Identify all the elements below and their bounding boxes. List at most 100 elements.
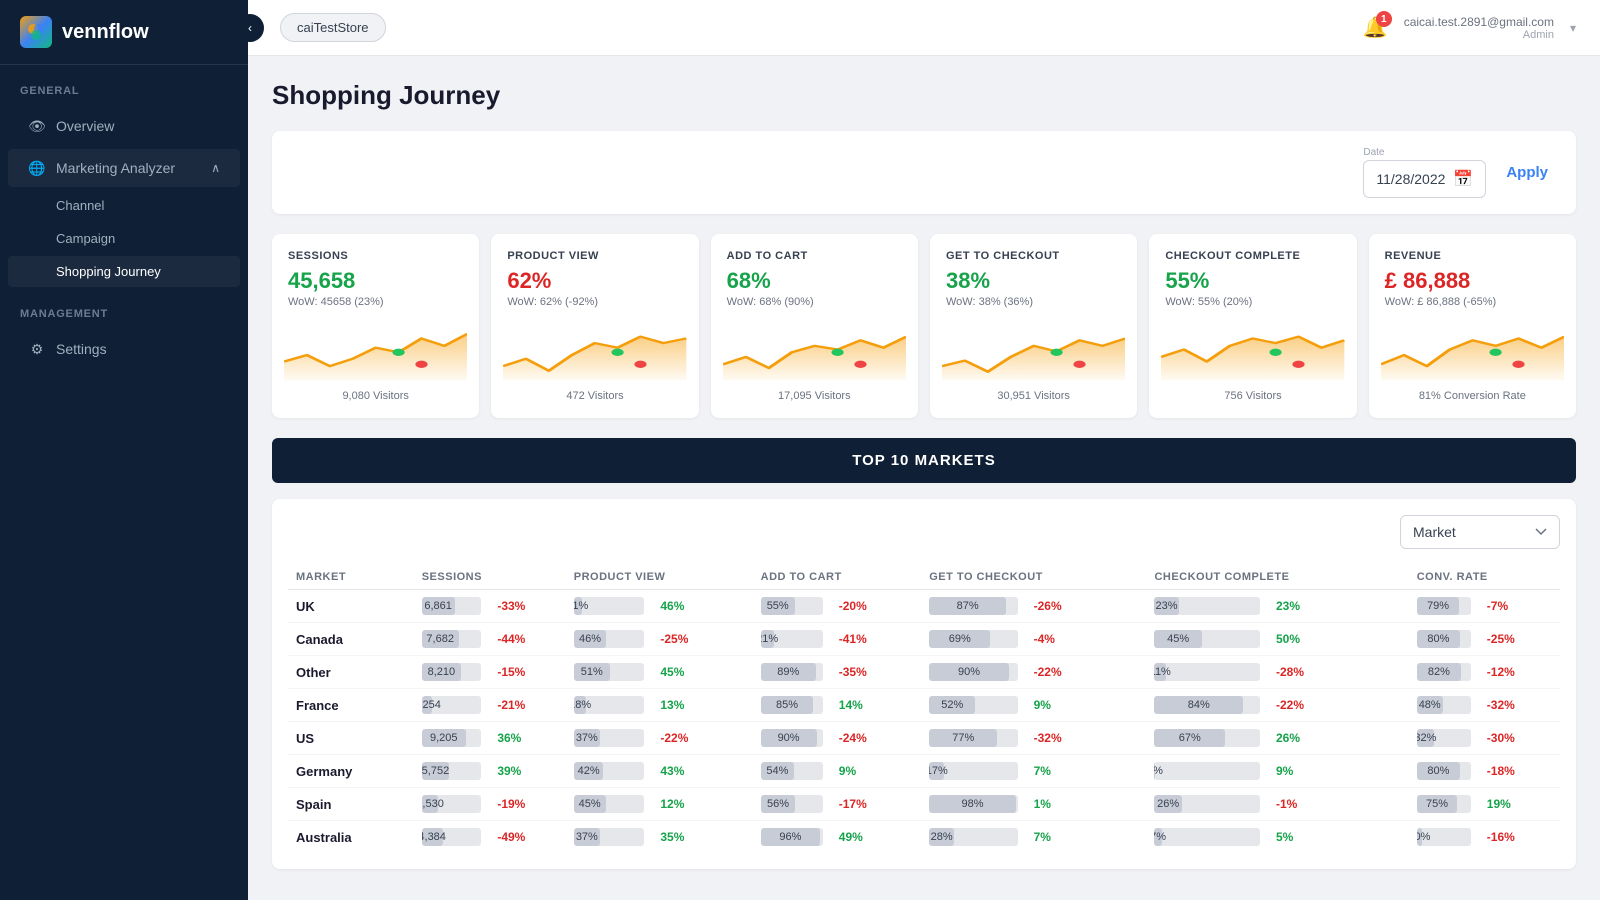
bar-label: 87% bbox=[957, 600, 979, 612]
sidebar-item-overview[interactable]: 👁 Overview bbox=[8, 107, 240, 145]
bar-bg: 98% bbox=[929, 795, 1017, 813]
metric-title-product-view: PRODUCT VIEW bbox=[507, 250, 682, 262]
overview-icon: 👁 bbox=[28, 117, 46, 135]
metric-wow-product-view: WoW: 62% (-92%) bbox=[507, 296, 682, 308]
metric-card-revenue: REVENUE £ 86,888 WoW: £ 86,888 (-65%) 81… bbox=[1369, 234, 1576, 418]
bar-bg: 80% bbox=[1417, 762, 1471, 780]
metric-card-get-to-checkout: GET TO CHECKOUT 38% WoW: 38% (36%) 30,95… bbox=[930, 234, 1137, 418]
bar-bg: 11% bbox=[1154, 663, 1260, 681]
bar-bg: 82% bbox=[1417, 663, 1471, 681]
markets-section: Market Country Region MARKET SESSIONS PR… bbox=[272, 499, 1576, 869]
bar-label: 37% bbox=[576, 831, 598, 843]
bar-fill: 89% bbox=[761, 663, 816, 681]
user-menu-chevron[interactable]: ▾ bbox=[1570, 21, 1576, 35]
store-selector[interactable]: caiTestStore bbox=[280, 13, 386, 42]
table-row: Spain 3,530 -19% 45% bbox=[288, 788, 1560, 821]
notification-button[interactable]: 🔔 1 bbox=[1363, 15, 1388, 40]
metric-footer-add-to-cart: 17,095 Visitors bbox=[727, 390, 902, 402]
pct-change: 36% bbox=[497, 731, 521, 745]
sidebar-item-channel[interactable]: Channel bbox=[8, 190, 240, 221]
bar-fill: 6,861 bbox=[422, 597, 455, 615]
pct-change: -44% bbox=[497, 632, 525, 646]
date-filter-card: Date 11/28/2022 📅 Apply bbox=[272, 131, 1576, 214]
cell-pct: 26% bbox=[1268, 722, 1409, 755]
pct-change: 9% bbox=[839, 764, 856, 778]
pct-change: 7% bbox=[1034, 830, 1051, 844]
sidebar-item-marketing-analyzer[interactable]: 🌐 Marketing Analyzer ∧ bbox=[8, 149, 240, 187]
bar-label: 11% bbox=[1154, 666, 1170, 678]
bar-fill: 5,752 bbox=[422, 762, 449, 780]
bar-label: 23% bbox=[1156, 600, 1178, 612]
bar-label: 79% bbox=[1427, 600, 1449, 612]
calendar-icon[interactable]: 📅 bbox=[1453, 169, 1473, 189]
topbar: ‹ caiTestStore 🔔 1 caicai.test.2891@gmai… bbox=[248, 0, 1600, 56]
cell-bar: 4,384 bbox=[414, 821, 490, 854]
logo[interactable]: vennflow bbox=[0, 0, 248, 65]
bar-label: 52% bbox=[941, 699, 963, 711]
cell-bar: 32% bbox=[1409, 722, 1479, 755]
bar-bg: 45% bbox=[574, 795, 645, 813]
cell-bar: 37% bbox=[566, 722, 653, 755]
metric-chart-sessions bbox=[284, 320, 467, 380]
sidebar-toggle[interactable]: ‹ bbox=[248, 14, 264, 42]
bar-label: 85% bbox=[776, 699, 798, 711]
bar-bg: 51% bbox=[574, 663, 645, 681]
cell-bar: 96% bbox=[753, 821, 831, 854]
cell-pct: 9% bbox=[831, 755, 921, 788]
bar-label: 45% bbox=[579, 798, 601, 810]
market-dropdown[interactable]: Market Country Region bbox=[1400, 515, 1560, 549]
pct-change: -18% bbox=[1487, 764, 1515, 778]
cell-bar: 69% bbox=[921, 623, 1025, 656]
bar-fill: 23% bbox=[1154, 597, 1178, 615]
bar-bg: 8,210 bbox=[422, 663, 482, 681]
bar-label: 80% bbox=[1427, 633, 1449, 645]
cell-bar: 26% bbox=[1146, 788, 1268, 821]
cell-pct: 13% bbox=[652, 689, 752, 722]
bar-fill: 3,530 bbox=[422, 795, 439, 813]
bar-label: 51% bbox=[581, 666, 603, 678]
bar-label: 55% bbox=[767, 600, 789, 612]
bar-fill: 80% bbox=[1417, 762, 1460, 780]
cell-pct: -32% bbox=[1479, 689, 1560, 722]
bar-fill: 26% bbox=[1154, 795, 1181, 813]
bar-label: 10% bbox=[1417, 831, 1431, 843]
pct-change: 26% bbox=[1276, 731, 1300, 745]
sparkline-sessions bbox=[284, 320, 467, 380]
marketing-analyzer-label: Marketing Analyzer bbox=[56, 160, 175, 176]
bar-label: 11% bbox=[574, 600, 588, 612]
bar-bg: 2,254 bbox=[422, 696, 482, 714]
metric-footer-checkout-complete: 756 Visitors bbox=[1165, 390, 1340, 402]
metric-chart-add-to-cart bbox=[723, 320, 906, 380]
pct-change: -15% bbox=[497, 665, 525, 679]
sidebar-item-settings[interactable]: ⚙ Settings bbox=[8, 330, 240, 368]
bar-bg: 48% bbox=[1417, 696, 1471, 714]
sidebar-item-campaign[interactable]: Campaign bbox=[8, 223, 240, 254]
metric-chart-get-to-checkout bbox=[942, 320, 1125, 380]
cell-bar: 28% bbox=[921, 821, 1025, 854]
general-section-label: GENERAL bbox=[0, 65, 248, 105]
marketing-analyzer-chevron: ∧ bbox=[211, 161, 220, 175]
bar-label: 45% bbox=[1167, 633, 1189, 645]
metrics-grid: SESSIONS 45,658 WoW: 45658 (23%) 9,080 V… bbox=[272, 234, 1576, 418]
cell-pct: -22% bbox=[652, 722, 752, 755]
bar-label: 54% bbox=[766, 765, 788, 777]
bar-bg: 87% bbox=[929, 597, 1017, 615]
apply-button[interactable]: Apply bbox=[1502, 156, 1552, 189]
date-input-wrapper[interactable]: 11/28/2022 📅 bbox=[1363, 160, 1486, 198]
pct-change: 43% bbox=[660, 764, 684, 778]
date-input-group: Date 11/28/2022 📅 bbox=[1363, 147, 1486, 198]
metric-footer-get-to-checkout: 30,951 Visitors bbox=[946, 390, 1121, 402]
metric-title-checkout-complete: CHECKOUT COMPLETE bbox=[1165, 250, 1340, 262]
bar-label: 3,530 bbox=[422, 798, 444, 810]
bar-fill: 46% bbox=[574, 630, 606, 648]
pct-change: 9% bbox=[1034, 698, 1051, 712]
metric-value-sessions: 45,658 bbox=[288, 268, 463, 294]
cell-bar: 45% bbox=[1146, 623, 1268, 656]
sparkline-get-to-checkout bbox=[942, 320, 1125, 380]
bar-label: 7,682 bbox=[426, 633, 454, 645]
sidebar-item-shopping-journey[interactable]: Shopping Journey bbox=[8, 256, 240, 287]
cell-bar: 42% bbox=[566, 755, 653, 788]
bar-bg: 80% bbox=[1417, 630, 1471, 648]
sidebar: vennflow GENERAL 👁 Overview 🌐 Marketing … bbox=[0, 0, 248, 900]
cell-market-name: France bbox=[288, 689, 414, 722]
